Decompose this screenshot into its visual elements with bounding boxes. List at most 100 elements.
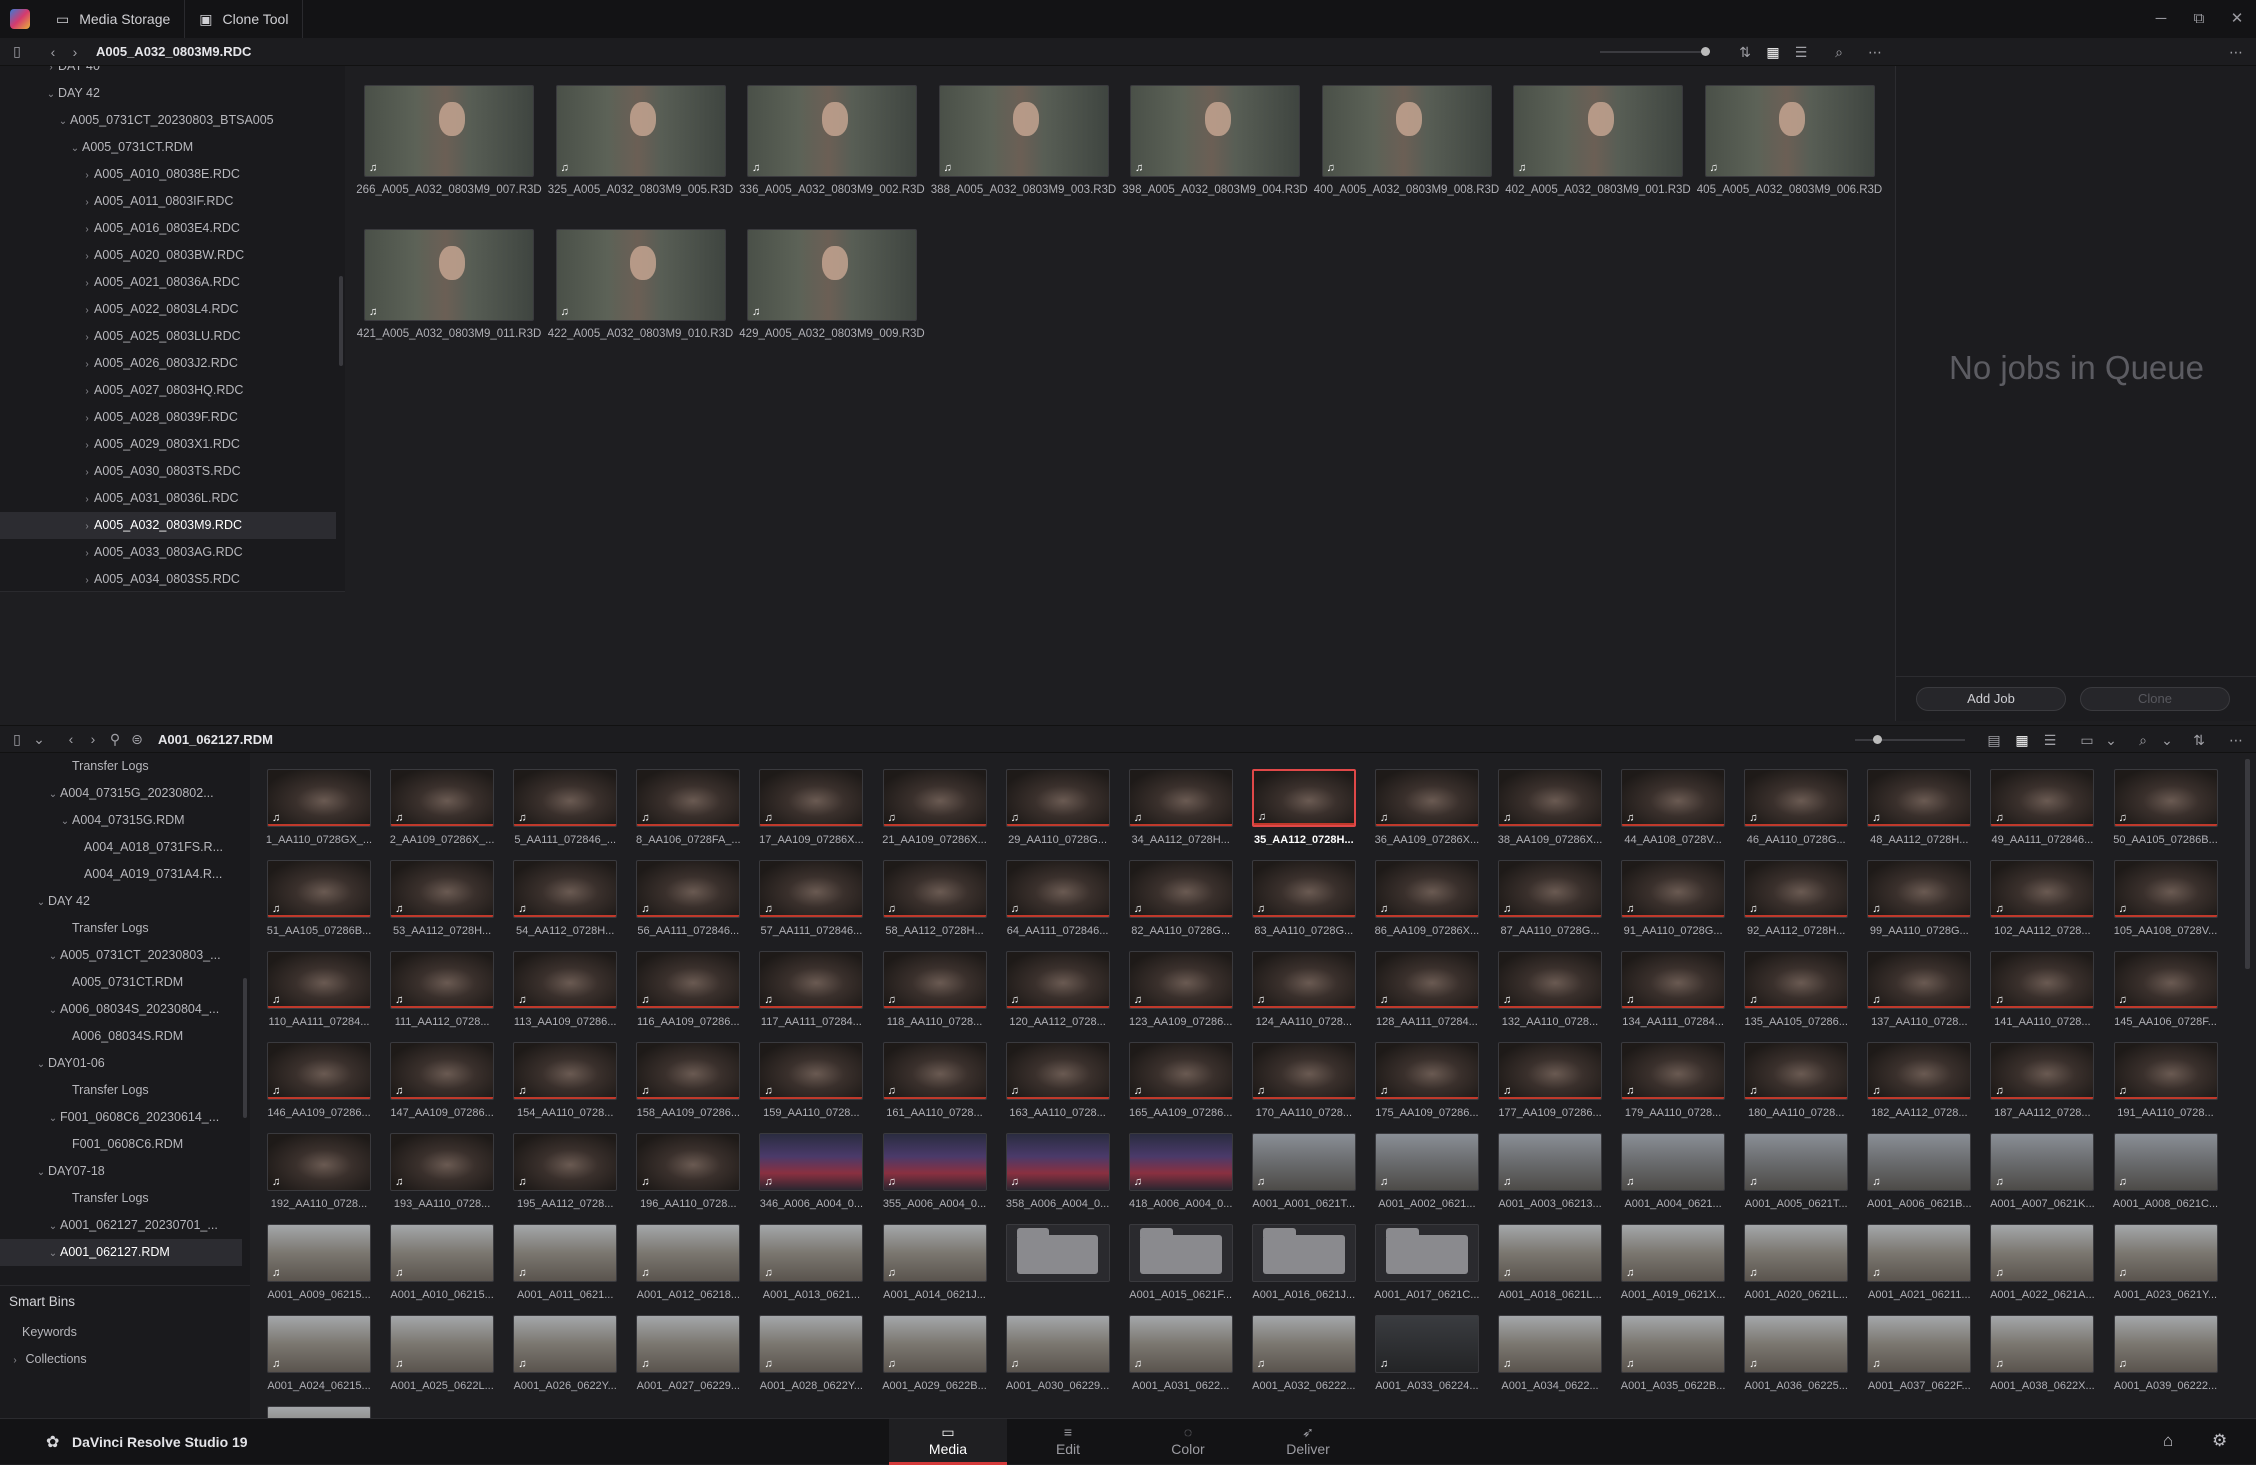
clip-thumbnail[interactable]: ♫	[882, 1133, 987, 1191]
search-icon[interactable]: ⌕	[1828, 41, 1850, 63]
page-tab-media[interactable]: ▭ Media	[889, 1419, 1007, 1465]
clip-thumbnail[interactable]: ♫	[1130, 85, 1300, 177]
chevron-down-icon[interactable]: ⌄	[58, 808, 72, 835]
add-job-button[interactable]: Add Job	[1916, 687, 2066, 711]
folder-item[interactable]: A001_A017_0621C...	[1374, 1224, 1479, 1301]
clip-thumbnail[interactable]: ♫	[513, 1315, 618, 1373]
clip-item[interactable]: ♫ 29_AA110_0728G...	[1005, 769, 1110, 846]
sidebar-toggle-icon[interactable]: ▯	[6, 41, 28, 63]
clip-item[interactable]: ♫ 110_AA111_07284...	[267, 951, 371, 1028]
clip-thumbnail[interactable]: ♫	[2113, 1224, 2218, 1282]
tree-item[interactable]: › A005_A031_08036L.RDC	[0, 485, 336, 512]
gear-icon[interactable]: ⚙	[2212, 1431, 2227, 1451]
clip-item[interactable]: ♫ 346_A006_A004_0...	[759, 1133, 864, 1210]
clip-item[interactable]: ♫ 191_AA110_0728...	[2113, 1042, 2218, 1119]
clip-thumbnail[interactable]: ♫	[882, 1224, 987, 1282]
clip-thumbnail[interactable]: ♫	[1990, 951, 2095, 1009]
tree-item[interactable]: Transfer Logs	[0, 753, 242, 780]
clip-item[interactable]: ♫ 161_AA110_0728...	[882, 1042, 987, 1119]
chevron-right-icon[interactable]: ›	[8, 1347, 22, 1374]
clip-thumbnail[interactable]: ♫	[1498, 1315, 1602, 1373]
clip-item[interactable]: ♫ A001_A007_0621K...	[1990, 1133, 2095, 1210]
clip-item[interactable]: ♫ 111_AA112_0728...	[390, 951, 495, 1028]
clip-thumbnail[interactable]: ♫	[267, 769, 371, 827]
clip-item[interactable]: ♫ 123_AA109_07286...	[1128, 951, 1233, 1028]
minimize-icon[interactable]: ─	[2142, 0, 2180, 38]
clip-thumbnail[interactable]: ♫	[555, 85, 726, 177]
folder-thumbnail[interactable]	[1374, 1224, 1479, 1282]
tree-item[interactable]: ⌄ DAY 42	[0, 888, 242, 915]
clip-thumbnail[interactable]: ♫	[882, 769, 987, 827]
clip-item[interactable]: ♫ 402_A005_A032_0803M9_001.R3D	[1505, 85, 1691, 196]
clip-thumbnail[interactable]: ♫	[1251, 860, 1356, 918]
clip-item[interactable]: ♫ A001_A038_0622X...	[1990, 1315, 2095, 1392]
chevron-right-icon[interactable]: ›	[80, 324, 94, 351]
clip-item[interactable]: ♫ 165_AA109_07286...	[1128, 1042, 1233, 1119]
clip-item[interactable]: ♫ 355_A006_A004_0...	[882, 1133, 987, 1210]
clip-item[interactable]: ♫ 177_AA109_07286...	[1498, 1042, 1602, 1119]
clip-item[interactable]: ♫ 50_AA105_07286B...	[2113, 769, 2218, 846]
tree-item[interactable]: A005_0731CT.RDM	[0, 969, 242, 996]
clip-item[interactable]: ♫ 113_AA109_07286...	[513, 951, 618, 1028]
page-tab-edit[interactable]: ≡ Edit	[1009, 1419, 1127, 1465]
tree-item[interactable]: ⌄ A001_062127.RDM	[0, 1239, 242, 1266]
search-icon[interactable]: ⌕	[2132, 729, 2154, 751]
clip-item[interactable]: ♫ 170_AA110_0728...	[1251, 1042, 1356, 1119]
tree-item[interactable]: Transfer Logs	[0, 915, 242, 942]
tree-item[interactable]: A004_A018_0731FS.R...	[0, 834, 242, 861]
clip-thumbnail[interactable]: ♫	[1374, 1315, 1479, 1373]
clip-item[interactable]: ♫ A001_A028_0622Y...	[759, 1315, 864, 1392]
tree-item[interactable]: › A005_A030_0803TS.RDC	[0, 458, 336, 485]
tree-item[interactable]: ⌄ A001_062127_20230701_...	[0, 1212, 242, 1239]
clip-thumbnail[interactable]: ♫	[1867, 1042, 1972, 1100]
tree-item[interactable]: ⌄ A005_0731CT.RDM	[0, 134, 336, 161]
clip-item[interactable]: ♫ 117_AA111_07284...	[759, 951, 864, 1028]
clip-item[interactable]: ♫ A001_A027_06229...	[636, 1315, 741, 1392]
more-options-icon[interactable]: ⋯	[2225, 729, 2247, 751]
clip-item[interactable]: ♫ 58_AA112_0728H...	[882, 860, 987, 937]
clip-item[interactable]: ♫ 193_AA110_0728...	[390, 1133, 495, 1210]
clip-thumbnail[interactable]: ♫	[390, 1224, 495, 1282]
clip-item[interactable]: ♫ 134_AA111_07284...	[1621, 951, 1726, 1028]
tree-item[interactable]: ⌄ DAY07-18	[0, 1158, 242, 1185]
clip-item[interactable]: ♫ 36_AA109_07286X...	[1375, 769, 1479, 846]
clip-thumbnail[interactable]: ♫	[267, 1315, 371, 1373]
clip-item[interactable]: ♫ 421_A005_A032_0803M9_011.R3D	[357, 229, 541, 340]
folder-thumbnail[interactable]	[1251, 1224, 1356, 1282]
folder-thumbnail[interactable]	[1128, 1224, 1233, 1282]
clip-thumbnail[interactable]: ♫	[1990, 1315, 2095, 1373]
clip-thumbnail[interactable]: ♫	[555, 229, 726, 321]
chevron-right-icon[interactable]: ›	[80, 243, 94, 270]
chevron-down-icon[interactable]: ⌄	[2156, 729, 2178, 751]
clip-thumbnail[interactable]: ♫	[1744, 1042, 1849, 1100]
clip-thumbnail[interactable]: ♫	[1128, 860, 1233, 918]
clip-item[interactable]: ♫ 147_AA109_07286...	[390, 1042, 495, 1119]
clip-thumbnail[interactable]: ♫	[1321, 85, 1492, 177]
tree-item[interactable]: › A005_A027_0803HQ.RDC	[0, 377, 336, 404]
clip-thumbnail[interactable]: ♫	[1513, 85, 1683, 177]
clip-item[interactable]: ♫ 325_A005_A032_0803M9_005.R3D	[548, 85, 733, 196]
zoom-slider-handle[interactable]	[1701, 47, 1710, 56]
tree-item[interactable]: ⌄ A005_0731CT_20230803_BTSA005	[0, 107, 336, 134]
clip-item[interactable]: ♫ 53_AA112_0728H...	[390, 860, 495, 937]
clip-thumbnail[interactable]: ♫	[390, 769, 495, 827]
clip-thumbnail[interactable]: ♫	[759, 1042, 864, 1100]
clip-thumbnail[interactable]: ♫	[636, 860, 741, 918]
lower-tree-scrollbar[interactable]	[243, 978, 247, 1118]
clip-thumbnail[interactable]: ♫	[1744, 769, 1849, 827]
clip-item[interactable]: ♫ A001_A012_06218...	[636, 1224, 741, 1301]
clip-item[interactable]: ♫ 83_AA110_0728G...	[1251, 860, 1356, 937]
clip-item[interactable]: ♫ 418_A006_A004_0...	[1128, 1133, 1233, 1210]
clip-item[interactable]: ♫ 21_AA109_07286X...	[882, 769, 987, 846]
clip-thumbnail[interactable]: ♫	[513, 951, 618, 1009]
clone-button[interactable]: Clone	[2080, 687, 2230, 711]
zoom-slider[interactable]	[1600, 47, 1710, 56]
clip-thumbnail[interactable]: ♫	[747, 85, 917, 177]
clip-item[interactable]: ♫ 87_AA110_0728G...	[1498, 860, 1602, 937]
clip-item[interactable]: ♫ 187_AA112_0728...	[1990, 1042, 2095, 1119]
clip-thumbnail[interactable]: ♫	[1621, 1315, 1726, 1373]
clip-thumbnail[interactable]: ♫	[2113, 769, 2218, 827]
clip-thumbnail[interactable]: ♫	[1621, 1042, 1726, 1100]
clip-item[interactable]: ♫ A001_A001_0621T...	[1251, 1133, 1356, 1210]
chevron-right-icon[interactable]: ›	[44, 66, 58, 81]
